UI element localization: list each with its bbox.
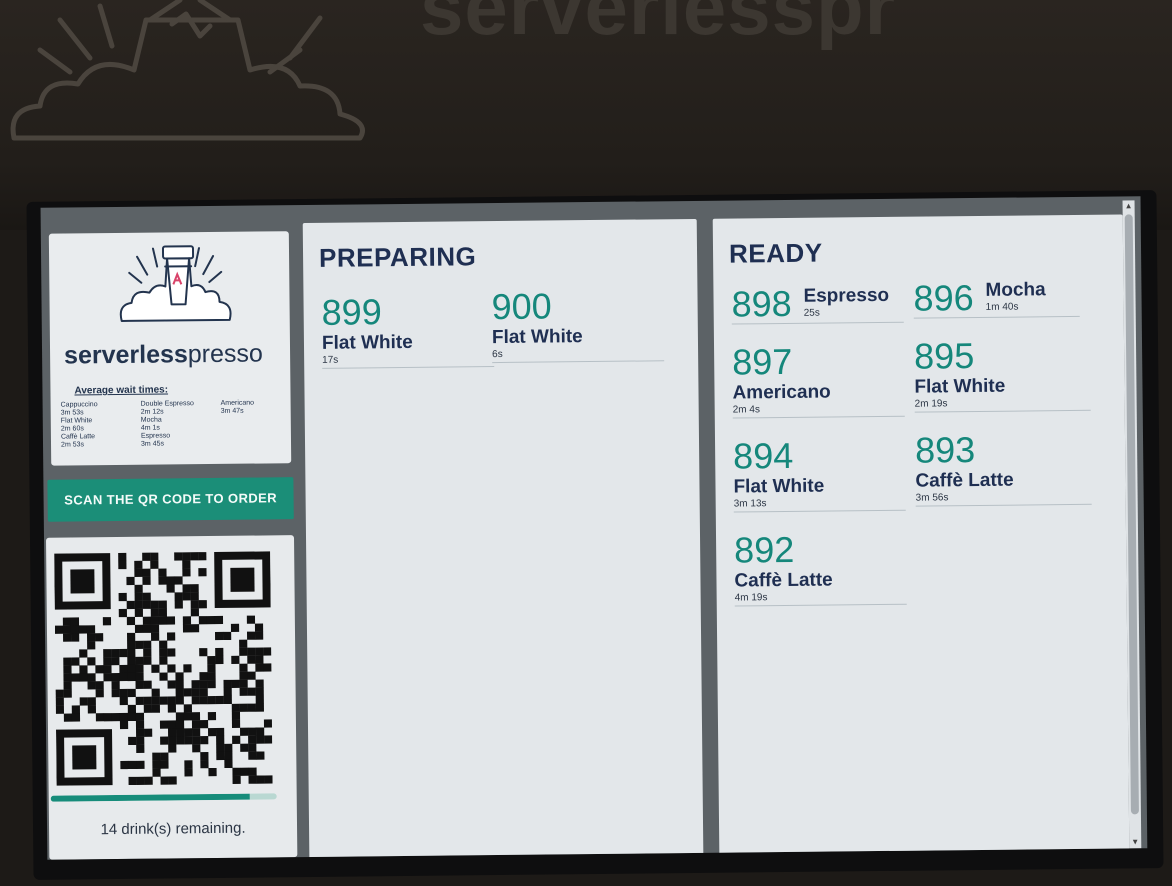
ready-title: READY (728, 237, 823, 269)
wait-time-item (221, 415, 287, 432)
brand-name-bold: serverless (63, 340, 188, 370)
order-time: 6s (492, 348, 503, 361)
order-time: 3m 56s (915, 492, 949, 504)
order-time: 2m 19s (914, 398, 948, 410)
scan-to-order-button[interactable]: SCAN THE QR CODE TO ORDER (47, 477, 294, 522)
preparing-panel: PREPARING 899 Flat White 17s 900 Flat Wh… (302, 218, 704, 860)
qr-code[interactable] (54, 549, 273, 787)
order-drink: Flat White (321, 331, 413, 354)
wait-time-item: Americano 3m 47s (220, 399, 255, 415)
order-card: 892 Caffè Latte 4m 19s (733, 528, 907, 607)
wait-time-item: Caffè Latte 2m 53s (60, 433, 96, 449)
drinks-progress-bar (50, 793, 277, 802)
order-time: 3m 13s (733, 498, 767, 510)
brand-card: serverlesspresso Average wait times: Cap… (48, 231, 292, 466)
drinks-remaining-text: 14 drink(s) remaining. (100, 819, 246, 839)
order-number: 896 (913, 277, 974, 319)
qr-finder-pattern (54, 553, 111, 610)
order-number: 897 (731, 340, 793, 383)
qr-finder-pattern (56, 729, 113, 786)
order-number: 899 (321, 291, 382, 333)
order-number: 895 (913, 335, 975, 377)
order-card: 893 Caffè Latte 3m 56s (914, 428, 1092, 507)
order-time: 17s (322, 354, 339, 366)
order-card: 898 Espresso 25s (731, 282, 904, 325)
qr-card: 14 drink(s) remaining. (45, 535, 298, 860)
order-drink: Americano (732, 381, 831, 404)
order-card: 894 Flat White 3m 13s (732, 434, 906, 513)
scroll-up-icon[interactable]: ▲ (1123, 200, 1135, 212)
display-screen: serverlesspresso Average wait times: Cap… (40, 196, 1148, 860)
order-drink: Mocha (985, 279, 1046, 301)
wait-time-item: Cappuccino 3m 53s (60, 401, 98, 417)
order-card: 896 Mocha 1m 40s (913, 276, 1080, 319)
brand-name: serverlesspresso (64, 339, 263, 370)
order-time: 2m 4s (732, 404, 760, 416)
order-time: 1m 40s (985, 301, 1019, 313)
order-number: 892 (733, 528, 795, 571)
order-card: 900 Flat White 6s (491, 285, 665, 364)
order-card: 899 Flat White 17s (321, 291, 495, 369)
qr-finder-pattern (214, 551, 271, 608)
order-drink: Caffè Latte (915, 469, 1014, 492)
wait-time-item (221, 431, 287, 448)
order-card: 897 Americano 2m 4s (731, 340, 905, 419)
order-drink: Flat White (491, 326, 583, 349)
wait-time-item: Double Espresso 2m 12s (140, 400, 194, 416)
coffee-cup-cloud-logo-icon (119, 245, 232, 322)
order-time: 25s (803, 307, 820, 319)
order-time: 4m 19s (734, 592, 768, 604)
wait-times-grid: Cappuccino 3m 53s Double Espresso 2m 12s A… (61, 399, 287, 449)
order-drink: Flat White (733, 475, 825, 498)
order-number: 893 (914, 429, 976, 471)
wait-time-item: Mocha 4m 1s (140, 416, 162, 432)
ready-panel: READY 898 Espresso 25s 896 Mocha 1m 40s … (712, 214, 1130, 859)
brand-name-light: presso (187, 339, 264, 369)
scroll-down-icon[interactable]: ▼ (1129, 836, 1141, 848)
monitor-bezel: serverlesspresso Average wait times: Cap… (26, 190, 1164, 880)
serverlesspresso-sign-logo-icon (10, 0, 365, 141)
order-number: 898 (731, 282, 792, 325)
order-card: 895 Flat White 2m 19s (913, 334, 1091, 413)
sign-wordmark: serverlesspr (420, 0, 897, 51)
order-drink: Espresso (803, 284, 890, 307)
wait-time-item: Flat White 2m 60s (60, 417, 93, 433)
wait-times-title: Average wait times: (74, 384, 169, 397)
order-number: 894 (732, 434, 794, 477)
wait-time-item: Espresso 3m 45s (140, 432, 171, 448)
drinks-progress-fill (50, 793, 250, 802)
order-drink: Flat White (914, 375, 1006, 398)
order-drink: Caffè Latte (734, 569, 833, 592)
preparing-title: PREPARING (318, 241, 477, 273)
order-number: 900 (491, 285, 552, 328)
